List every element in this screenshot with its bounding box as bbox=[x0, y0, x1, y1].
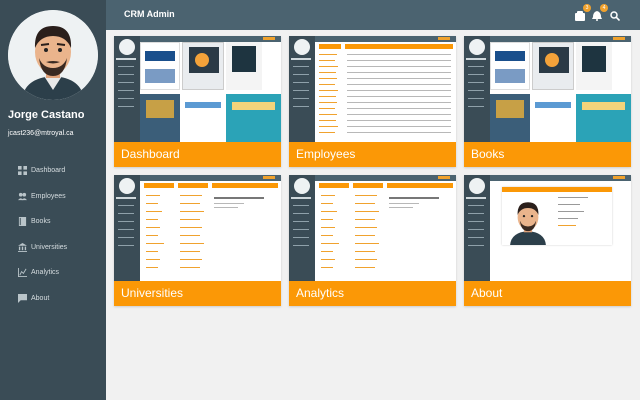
card-dashboard[interactable]: Dashboard bbox=[114, 36, 281, 167]
sidebar-item-employees[interactable]: Employees bbox=[0, 184, 106, 210]
bell-icon bbox=[592, 11, 602, 21]
card-employees[interactable]: Employees bbox=[289, 36, 456, 167]
user-name: Jorge Castano bbox=[8, 109, 85, 121]
cart-badge: 3 bbox=[583, 4, 591, 12]
employees-preview-image bbox=[289, 36, 456, 142]
cart-button[interactable]: 3 bbox=[575, 4, 591, 21]
user-email: jcast236@mtroyal.ca bbox=[8, 130, 74, 137]
people-icon bbox=[18, 192, 27, 200]
card-about[interactable]: About bbox=[464, 175, 631, 306]
card-title: Employees bbox=[289, 142, 456, 167]
book-icon bbox=[18, 217, 27, 227]
about-preview-image bbox=[464, 175, 631, 281]
sidebar-item-label: Analytics bbox=[31, 269, 60, 277]
card-books[interactable]: Books bbox=[464, 36, 631, 167]
analytics-preview-image bbox=[289, 175, 456, 281]
sidebar-item-label: Books bbox=[31, 218, 51, 226]
card-title: Universities bbox=[114, 281, 281, 306]
avatar bbox=[8, 10, 98, 100]
sidebar-nav: Dashboard Employees Books Universities A… bbox=[0, 158, 106, 311]
app-title: CRM Admin bbox=[124, 9, 175, 19]
card-analytics[interactable]: Analytics bbox=[289, 175, 456, 306]
sidebar-item-dashboard[interactable]: Dashboard bbox=[0, 158, 106, 184]
chat-icon bbox=[18, 293, 27, 303]
sidebar-item-label: Dashboard bbox=[31, 167, 66, 175]
card-title: About bbox=[464, 281, 631, 306]
sidebar-item-label: Employees bbox=[31, 192, 66, 200]
sidebar-item-label: About bbox=[31, 294, 50, 302]
dashboard-icon bbox=[18, 166, 27, 176]
search-icon bbox=[610, 11, 621, 22]
notifications-button[interactable]: 4 bbox=[592, 4, 608, 21]
sidebar-item-universities[interactable]: Universities bbox=[0, 235, 106, 261]
search-button[interactable] bbox=[610, 8, 622, 22]
sidebar-item-label: Universities bbox=[31, 243, 68, 251]
books-preview-image bbox=[464, 36, 631, 142]
card-title: Dashboard bbox=[114, 142, 281, 167]
universities-preview-image bbox=[114, 175, 281, 281]
card-universities[interactable]: Universities bbox=[114, 175, 281, 306]
sidebar-item-analytics[interactable]: Analytics bbox=[0, 260, 106, 286]
sidebar-item-books[interactable]: Books bbox=[0, 209, 106, 235]
chart-icon bbox=[18, 268, 27, 278]
card-title: Analytics bbox=[289, 281, 456, 306]
notifications-badge: 4 bbox=[600, 4, 608, 12]
sidebar: Jorge Castano jcast236@mtroyal.ca Dashbo… bbox=[0, 0, 106, 400]
cart-icon bbox=[575, 11, 585, 21]
card-title: Books bbox=[464, 142, 631, 167]
sidebar-item-about[interactable]: About bbox=[0, 286, 106, 312]
university-icon bbox=[18, 242, 27, 252]
dashboard-preview-image bbox=[114, 36, 281, 142]
top-header: CRM Admin 3 4 bbox=[106, 0, 640, 30]
